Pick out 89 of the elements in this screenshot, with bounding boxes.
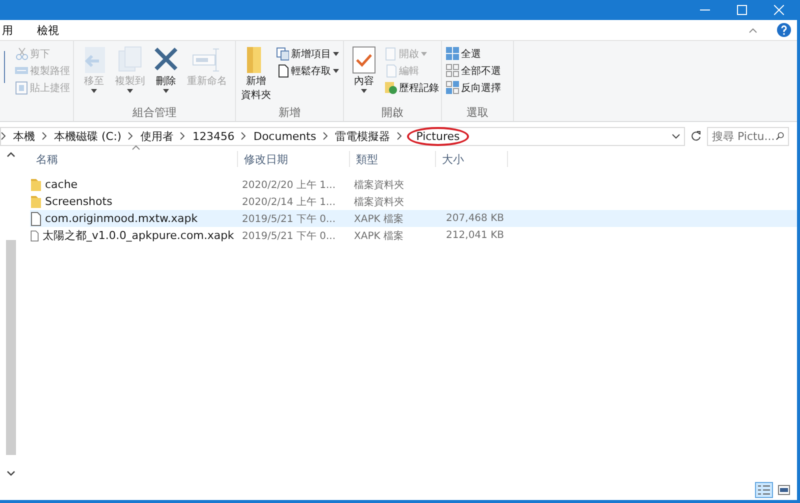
file-name: 太陽之都_v1.0.0_apkpure.com.xapk	[42, 228, 234, 243]
scissors-icon	[15, 47, 28, 61]
thumbnails-view-icon	[778, 485, 790, 495]
table-cell: 212,041 KB	[446, 230, 504, 241]
chevron-right-icon	[1, 132, 6, 140]
chevron-right-icon	[180, 132, 186, 140]
chevron-right-icon	[397, 132, 402, 140]
search-field[interactable]: 搜尋 Pictu...	[707, 126, 789, 146]
scrollbar-thumb[interactable]	[6, 240, 16, 455]
column-header[interactable]: 修改日期	[238, 151, 350, 167]
breadcrumb-item[interactable]: 雷電模擬器	[333, 128, 392, 144]
column-header[interactable]: 名稱	[30, 151, 238, 167]
ribbon-button[interactable]: 全部不選	[446, 64, 501, 78]
table-cell: 2019/5/21 下午 0...	[242, 230, 336, 242]
folder-icon	[30, 178, 42, 192]
ribbon-button[interactable]: 反向選擇	[446, 81, 501, 95]
scroll-down-icon[interactable]	[7, 471, 15, 476]
ribbon-button[interactable]: 新增 資料夾	[240, 45, 272, 105]
ribbon-tab[interactable]: 用	[0, 22, 15, 38]
scroll-up-icon[interactable]	[7, 152, 15, 157]
breadcrumb-item[interactable]: 123456	[190, 130, 236, 142]
column-header[interactable]: 大小	[436, 151, 508, 167]
close-icon[interactable]	[774, 5, 784, 15]
edit-icon	[384, 64, 397, 78]
help-icon[interactable]	[777, 23, 791, 37]
folder-icon	[30, 194, 42, 208]
ribbon-button[interactable]: 全選	[446, 47, 501, 61]
dropdown-caret-icon	[361, 89, 367, 93]
maximize-icon[interactable]	[736, 5, 746, 15]
file-icon	[30, 212, 42, 226]
file-name: Screenshots	[45, 195, 112, 208]
table-cell: 2020/2/14 上午 1...	[242, 196, 336, 208]
ribbon-button[interactable]: 輕鬆存取	[276, 64, 339, 78]
select-all-icon	[446, 47, 459, 61]
dropdown-caret-icon	[421, 52, 427, 56]
breadcrumb-item[interactable]: Pictures	[407, 126, 469, 146]
collapse-ribbon-icon[interactable]	[749, 28, 757, 32]
new-item-icon	[276, 47, 289, 61]
ribbon-button[interactable]: 新增項目	[276, 47, 339, 61]
table-cell: 2019/5/21 下午 0...	[242, 214, 336, 224]
file-row[interactable]: 太陽之都_v1.0.0_apkpure.com.xapk 2019/5/21 下午 0... XAPK 檔案 212,041 KB	[30, 227, 797, 244]
ribbon-button[interactable]: 歷程記錄	[384, 81, 439, 95]
dropdown-caret-icon	[91, 89, 97, 93]
view-toggle[interactable]	[755, 482, 773, 498]
refresh-icon[interactable]	[691, 131, 701, 141]
breadcrumb-item[interactable]: 使用者	[138, 128, 176, 144]
invert-selection-icon	[446, 81, 459, 95]
table-cell: 207,468 KB	[446, 213, 504, 224]
column-header[interactable]: 類型	[350, 151, 436, 167]
file-row[interactable]: com.originmood.mxtw.xapk 2019/5/21 下午 0... XAPK 檔案 207,468 KB	[30, 210, 797, 227]
group-label: 開啟	[382, 106, 404, 119]
clipboard-icon	[15, 81, 28, 95]
select-none-icon	[446, 64, 459, 78]
page-icon	[276, 64, 289, 78]
breadcrumb-item[interactable]: 本機磁碟 (C:)	[52, 128, 124, 144]
dropdown-caret-icon	[333, 69, 339, 73]
file-row[interactable]: cache 2020/2/20 上午 1... 檔案資料夾	[30, 176, 797, 193]
ribbon-button[interactable]: 刪除	[150, 45, 182, 105]
sort-caret-icon	[132, 145, 140, 150]
table-cell: 檔案資料夾	[354, 180, 404, 190]
file-icon	[30, 228, 40, 242]
chevron-right-icon	[128, 132, 134, 140]
table-cell: 2020/2/20 上午 1...	[242, 180, 336, 190]
table-cell: XAPK 檔案	[354, 230, 404, 242]
table-cell: 檔案資料夾	[354, 196, 404, 208]
chevron-right-icon	[323, 132, 328, 140]
group-label: 選取	[466, 106, 488, 119]
file-name: com.originmood.mxtw.xapk	[45, 212, 198, 225]
ribbon-tab[interactable]: 檢視	[35, 22, 61, 38]
file-row[interactable]: Screenshots 2020/2/14 上午 1... 檔案資料夾	[30, 193, 797, 210]
breadcrumb-item[interactable]: 本機	[11, 128, 37, 144]
address-bar[interactable]: 本機 本機磁碟 (C:) 使用者 123456 Documents 雷電模擬器 Pictures	[0, 126, 685, 146]
view-toggle[interactable]	[775, 482, 793, 498]
search-icon	[776, 131, 784, 141]
dropdown-chevron-icon[interactable]	[672, 134, 680, 138]
table-cell: XAPK 檔案	[354, 214, 404, 224]
open-icon	[384, 47, 397, 61]
chevron-right-icon	[42, 132, 47, 140]
chevron-right-icon	[241, 132, 246, 140]
breadcrumb-item[interactable]: Documents	[251, 130, 318, 142]
file-name: cache	[45, 178, 78, 191]
history-icon	[384, 81, 397, 95]
dropdown-caret-icon	[333, 52, 339, 56]
group-label: 新增	[278, 106, 300, 119]
ribbon-button[interactable]: 內容	[348, 45, 380, 105]
dropdown-caret-icon	[127, 89, 133, 93]
dropdown-caret-icon	[163, 89, 169, 93]
details-view-icon	[758, 485, 770, 495]
group-label: 組合管理	[132, 106, 176, 119]
